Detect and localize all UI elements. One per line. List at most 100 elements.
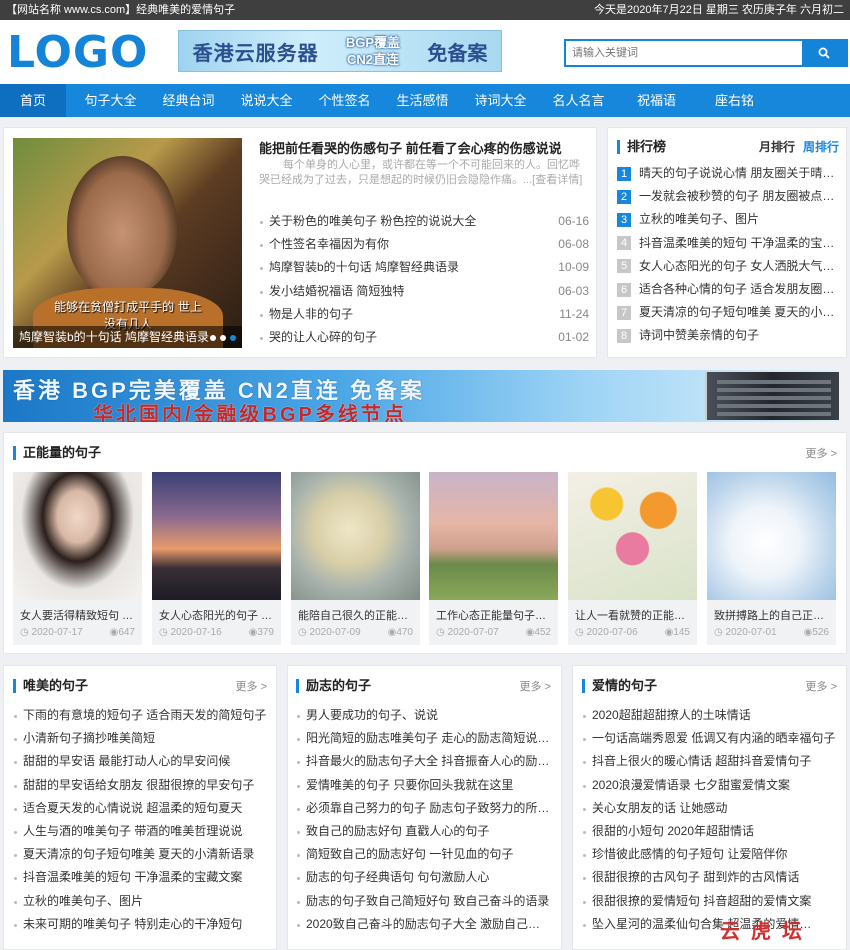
- list-item[interactable]: 阳光简短的励志唯美句子 走心的励志简短说说…: [296, 727, 552, 750]
- card-image[interactable]: [568, 472, 697, 600]
- rank-title[interactable]: 适合各种心情的句子 适合发朋友圈的…: [639, 278, 839, 301]
- nav-item[interactable]: 生活感悟: [389, 84, 456, 117]
- list-item[interactable]: 珍惜彼此感情的句子短句 让爱陪伴你: [582, 843, 838, 866]
- list-item[interactable]: 鸠摩智装b的十句话 鸠摩智经典语录 10-09: [259, 256, 589, 279]
- card-title[interactable]: 致拼搏路上的自己正…: [707, 600, 836, 624]
- rank-title[interactable]: 一发就会被秒赞的句子 朋友圈被点赞…: [639, 185, 839, 208]
- list-item[interactable]: 励志的句子致自己简短好句 致自己奋斗的语录: [296, 890, 552, 913]
- article-card[interactable]: 工作心态正能量句子… ◷ 2020-07-07 ◉452: [429, 472, 558, 645]
- more-link[interactable]: 更多 >: [236, 678, 267, 694]
- card-image[interactable]: [429, 472, 558, 600]
- rank-item[interactable]: 7 夏天清凉的句子短句唯美 夏天的小清…: [617, 301, 839, 324]
- nav-item[interactable]: 经典台词: [155, 84, 222, 117]
- news-title[interactable]: 哭的让人心碎的句子: [269, 326, 377, 349]
- slide-dot[interactable]: [210, 335, 216, 341]
- article-card[interactable]: 女人要活得精致短句 … ◷ 2020-07-17 ◉647: [13, 472, 142, 645]
- list-item[interactable]: 抖音温柔唯美的短句 干净温柔的宝藏文案: [13, 866, 269, 889]
- ad-banner[interactable]: 香港 BGP完美覆盖 CN2直连 免备案 华北国内/金融级BGP多线节点: [3, 370, 839, 422]
- article-card[interactable]: 能陪自己很久的正能… ◷ 2020-07-09 ◉470: [291, 472, 420, 645]
- card-image[interactable]: [707, 472, 836, 600]
- list-item[interactable]: 关心女朋友的话 让她感动: [582, 797, 838, 820]
- article-card[interactable]: 女人心态阳光的句子 … ◷ 2020-07-16 ◉379: [152, 472, 281, 645]
- news-title[interactable]: 发小结婚祝福语 简短独特: [269, 280, 404, 303]
- card-title[interactable]: 女人要活得精致短句 …: [13, 600, 142, 624]
- card-title[interactable]: 工作心态正能量句子…: [429, 600, 558, 624]
- news-title[interactable]: 物是人非的句子: [269, 303, 353, 326]
- list-item[interactable]: 2020致自己奋斗的励志句子大全 激励自己的经…: [296, 913, 552, 936]
- card-image[interactable]: [152, 472, 281, 600]
- list-item[interactable]: 励志的句子经典语句 句句激励人心: [296, 866, 552, 889]
- list-item[interactable]: 下雨的有意境的短句子 适合雨天发的简短句子: [13, 704, 269, 727]
- slide-dot-active[interactable]: [230, 335, 236, 341]
- list-item[interactable]: 立秋的唯美句子、图片: [13, 890, 269, 913]
- nav-item[interactable]: 首页: [0, 84, 66, 117]
- list-item[interactable]: 关于粉色的唯美句子 粉色控的说说大全 06-16: [259, 210, 589, 233]
- headline-title[interactable]: 能把前任看哭的伤感句子 前任看了会心疼的伤感说说: [259, 138, 562, 157]
- rank-title[interactable]: 女人心态阳光的句子 女人洒脱大气的…: [639, 255, 839, 278]
- article-card[interactable]: 让人一看就赞的正能… ◷ 2020-07-06 ◉145: [568, 472, 697, 645]
- rank-title[interactable]: 夏天清凉的句子短句唯美 夏天的小清…: [639, 301, 839, 324]
- rank-item[interactable]: 8 诗词中赞美亲情的句子: [617, 324, 839, 347]
- list-item[interactable]: 抖音最火的励志句子大全 抖音振奋人心的励志…: [296, 750, 552, 773]
- list-item[interactable]: 人生与酒的唯美句子 带酒的唯美哲理说说: [13, 820, 269, 843]
- tab-week[interactable]: 周排行: [803, 140, 839, 154]
- list-item[interactable]: 哭的让人心碎的句子 01-02: [259, 326, 589, 349]
- card-title[interactable]: 女人心态阳光的句子 …: [152, 600, 281, 624]
- list-item[interactable]: 小清新句子摘抄唯美简短: [13, 727, 269, 750]
- rank-title[interactable]: 抖音温柔唯美的短句 干净温柔的宝藏…: [639, 232, 839, 255]
- more-link[interactable]: 更多 >: [806, 445, 837, 461]
- list-item[interactable]: 2020浪漫爱情语录 七夕甜蜜爱情文案: [582, 774, 838, 797]
- list-item[interactable]: 致自己的励志好句 直戳人心的句子: [296, 820, 552, 843]
- card-title[interactable]: 能陪自己很久的正能…: [291, 600, 420, 624]
- card-title[interactable]: 让人一看就赞的正能…: [568, 600, 697, 624]
- list-item[interactable]: 适合夏天发的心情说说 超温柔的短句夏天: [13, 797, 269, 820]
- tab-month[interactable]: 月排行: [759, 140, 795, 154]
- list-item[interactable]: 必须靠自己努力的句子 励志句子致努力的所有人: [296, 797, 552, 820]
- list-item[interactable]: 发小结婚祝福语 简短独特 06-03: [259, 280, 589, 303]
- nav-item[interactable]: 句子大全: [77, 84, 144, 117]
- more-link[interactable]: 更多 >: [806, 678, 837, 694]
- news-title[interactable]: 鸠摩智装b的十句话 鸠摩智经典语录: [269, 256, 459, 279]
- nav-item[interactable]: 说说大全: [233, 84, 300, 117]
- list-item[interactable]: 个性签名幸福因为有你 06-08: [259, 233, 589, 256]
- list-item[interactable]: 很甜很撩的古风句子 甜到炸的古风情话: [582, 866, 838, 889]
- rank-title[interactable]: 晴天的句子说说心情 朋友圈关于晴天…: [639, 162, 839, 185]
- list-item[interactable]: 抖音上很火的暖心情话 超甜抖音爱情句子: [582, 750, 838, 773]
- card-image[interactable]: [291, 472, 420, 600]
- more-link[interactable]: 更多 >: [520, 678, 551, 694]
- list-item[interactable]: 2020超甜超甜撩人的土味情话: [582, 704, 838, 727]
- nav-item[interactable]: 名人名言: [545, 84, 612, 117]
- list-item[interactable]: 物是人非的句子 11-24: [259, 303, 589, 326]
- nav-item[interactable]: 个性签名: [311, 84, 378, 117]
- nav-item[interactable]: 祝福语: [623, 84, 690, 117]
- nav-item[interactable]: 诗词大全: [467, 84, 534, 117]
- rank-item[interactable]: 4 抖音温柔唯美的短句 干净温柔的宝藏…: [617, 232, 839, 255]
- list-item[interactable]: 很甜很撩的爱情短句 抖音超甜的爱情文案: [582, 890, 838, 913]
- list-item[interactable]: 很甜的小短句 2020年超甜情话: [582, 820, 838, 843]
- list-item[interactable]: 甜甜的早安语 最能打动人心的早安问候: [13, 750, 269, 773]
- list-item[interactable]: 简短致自己的励志好句 一针见血的句子: [296, 843, 552, 866]
- nav-item[interactable]: 座右铭: [701, 84, 768, 117]
- list-item[interactable]: 爱情唯美的句子 只要你回头我就在这里: [296, 774, 552, 797]
- article-card[interactable]: 致拼搏路上的自己正… ◷ 2020-07-01 ◉526: [707, 472, 836, 645]
- header-ad-banner[interactable]: 香港云服务器 BGP覆盖 CN2直连 免备案: [178, 30, 502, 72]
- card-image[interactable]: [13, 472, 142, 600]
- list-item[interactable]: 男人要成功的句子、说说: [296, 704, 552, 727]
- news-title[interactable]: 个性签名幸福因为有你: [269, 233, 389, 256]
- slide-dot[interactable]: [220, 335, 226, 341]
- news-title[interactable]: 关于粉色的唯美句子 粉色控的说说大全: [269, 210, 476, 233]
- rank-title[interactable]: 立秋的唯美句子、图片: [639, 208, 759, 231]
- list-item[interactable]: 一句话高端秀恩爱 低调又有内涵的晒幸福句子: [582, 727, 838, 750]
- focus-slideshow-image[interactable]: 能够在贫僧打成平手的 世上没有几人 鸠摩智装b的十句话 鸠摩智经典语录: [13, 138, 242, 348]
- rank-item[interactable]: 3 立秋的唯美句子、图片: [617, 208, 839, 231]
- list-item[interactable]: 未来可期的唯美句子 特别走心的干净短句: [13, 913, 269, 936]
- slideshow-caption[interactable]: 鸠摩智装b的十句话 鸠摩智经典语录: [13, 326, 242, 348]
- rank-title[interactable]: 诗词中赞美亲情的句子: [639, 324, 759, 347]
- search-button[interactable]: [802, 41, 846, 65]
- site-logo[interactable]: LOGO: [7, 29, 148, 77]
- list-item[interactable]: 甜甜的早安语给女朋友 很甜很撩的早安句子: [13, 774, 269, 797]
- rank-item[interactable]: 2 一发就会被秒赞的句子 朋友圈被点赞…: [617, 185, 839, 208]
- rank-item[interactable]: 1 晴天的句子说说心情 朋友圈关于晴天…: [617, 162, 839, 185]
- rank-item[interactable]: 6 适合各种心情的句子 适合发朋友圈的…: [617, 278, 839, 301]
- rank-item[interactable]: 5 女人心态阳光的句子 女人洒脱大气的…: [617, 255, 839, 278]
